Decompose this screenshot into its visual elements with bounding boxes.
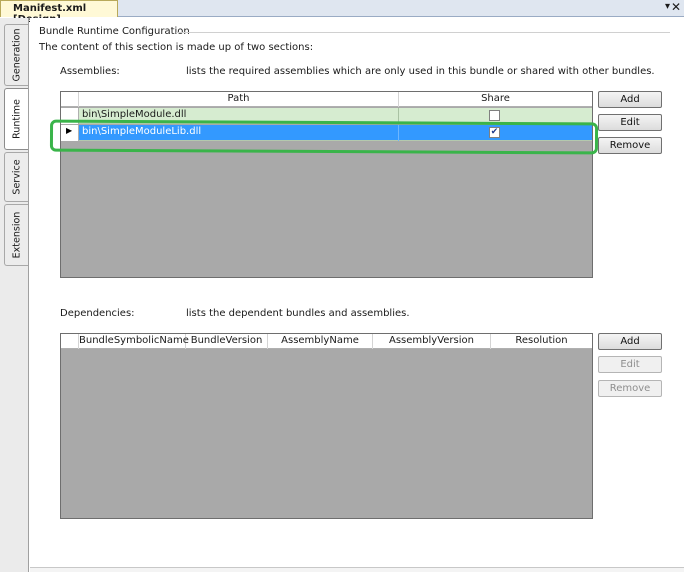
assemblies-edit-button[interactable]: Edit [598,114,662,131]
column-header-assembly-name[interactable]: AssemblyName [268,334,373,349]
section-title: Bundle Runtime Configuration [39,26,190,37]
document-tab-manifest[interactable]: Manifest.xml [Design] [0,0,118,25]
side-tab-label: Generation [11,28,22,82]
current-row-arrow-icon: ▶ [66,126,73,135]
path-cell[interactable]: bin\SimpleModule.dll [79,108,399,124]
row-header-column [61,334,79,349]
share-cell[interactable] [399,108,592,124]
assemblies-remove-button[interactable]: Remove [598,137,662,154]
assemblies-grid[interactable]: Path Share bin\SimpleModule.dll ▶ bin\Si… [60,91,593,278]
side-tab-label: Runtime [11,99,22,139]
side-tab-extension[interactable]: Extension [4,204,28,266]
document-tab-strip: Manifest.xml [Design] ▾ ✕ [0,0,684,25]
dependencies-description: lists the dependent bundles and assembli… [186,308,410,319]
chevron-down-icon[interactable]: ▾ [665,1,670,12]
table-row[interactable]: bin\SimpleModule.dll [61,108,592,124]
column-header-bundle-version[interactable]: BundleVersion [186,334,268,349]
dependencies-remove-button[interactable]: Remove [598,380,662,397]
assemblies-label: Assemblies: [60,66,120,77]
assemblies-add-button[interactable]: Add [598,91,662,108]
table-row-selected[interactable]: ▶ bin\SimpleModuleLib.dll ✔ [61,125,592,141]
side-tab-bar: Generation Runtime Service Extension [0,18,29,572]
path-cell[interactable]: bin\SimpleModuleLib.dll [79,125,399,141]
side-tab-service[interactable]: Service [4,152,28,202]
dependencies-grid[interactable]: BundleSymbolicName BundleVersion Assembl… [60,333,593,519]
close-icon[interactable]: ✕ [671,0,681,14]
column-header-share[interactable]: Share [399,92,592,107]
side-tab-label: Service [11,159,22,195]
dependencies-add-button[interactable]: Add [598,333,662,350]
section-description: The content of this section is made up o… [39,42,314,53]
row-header-cell[interactable]: ▶ [61,125,79,141]
dependencies-grid-header: BundleSymbolicName BundleVersion Assembl… [61,334,592,349]
share-checkbox-checked[interactable]: ✔ [489,127,500,138]
share-cell[interactable]: ✔ [399,125,592,141]
column-header-assembly-version[interactable]: AssemblyVersion [373,334,491,349]
side-tab-label: Extension [11,211,22,259]
assemblies-grid-header: Path Share [61,92,592,107]
dependencies-edit-button[interactable]: Edit [598,356,662,373]
dependencies-label: Dependencies: [60,308,135,319]
panel-bottom-edge [30,567,684,572]
section-frame-top [176,32,670,33]
side-tab-runtime[interactable]: Runtime [4,88,28,150]
column-header-resolution[interactable]: Resolution [491,334,592,349]
column-header-bundle-symbolic-name[interactable]: BundleSymbolicName [79,334,189,349]
column-header-path[interactable]: Path [79,92,399,107]
assemblies-description: lists the required assemblies which are … [186,66,655,77]
row-header-column [61,92,79,107]
side-tab-generation[interactable]: Generation [4,24,28,86]
row-header-cell[interactable] [61,108,79,124]
share-checkbox[interactable] [489,110,500,121]
